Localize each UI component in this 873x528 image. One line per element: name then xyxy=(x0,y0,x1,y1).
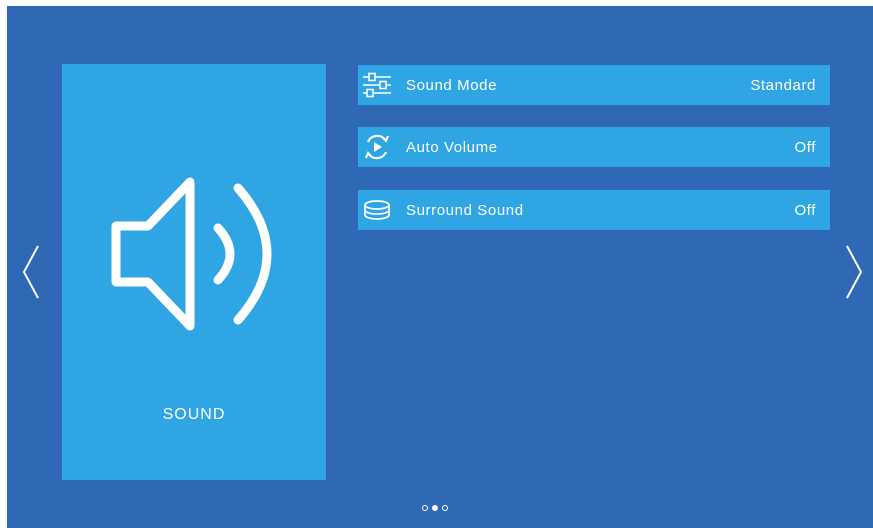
chevron-right-icon[interactable] xyxy=(844,242,864,302)
settings-screen: SOUND Sound Mode Standard Auto Volume Of… xyxy=(7,6,873,528)
menu-item-label: Surround Sound xyxy=(406,201,524,219)
menu-item-auto-volume[interactable]: Auto Volume Off xyxy=(358,127,830,167)
category-card-sound[interactable]: SOUND xyxy=(62,64,326,480)
page-dot[interactable] xyxy=(422,505,428,511)
menu-item-value: Standard xyxy=(750,76,816,94)
surround-sound-icon xyxy=(360,197,394,223)
menu-item-surround-sound[interactable]: Surround Sound Off xyxy=(358,190,830,230)
menu-item-label: Sound Mode xyxy=(406,76,498,94)
page-indicator xyxy=(410,501,460,515)
category-label: SOUND xyxy=(162,406,226,423)
menu-item-value: Off xyxy=(794,138,816,156)
equalizer-icon xyxy=(360,72,394,98)
speaker-icon xyxy=(111,177,272,331)
chevron-left-icon[interactable] xyxy=(21,242,41,302)
page-dot[interactable] xyxy=(442,505,448,511)
page-dot-active[interactable] xyxy=(432,505,438,511)
menu-item-label: Auto Volume xyxy=(406,138,498,156)
auto-volume-icon xyxy=(360,134,394,160)
menu-item-value: Off xyxy=(794,201,816,219)
menu-item-sound-mode[interactable]: Sound Mode Standard xyxy=(358,65,830,105)
